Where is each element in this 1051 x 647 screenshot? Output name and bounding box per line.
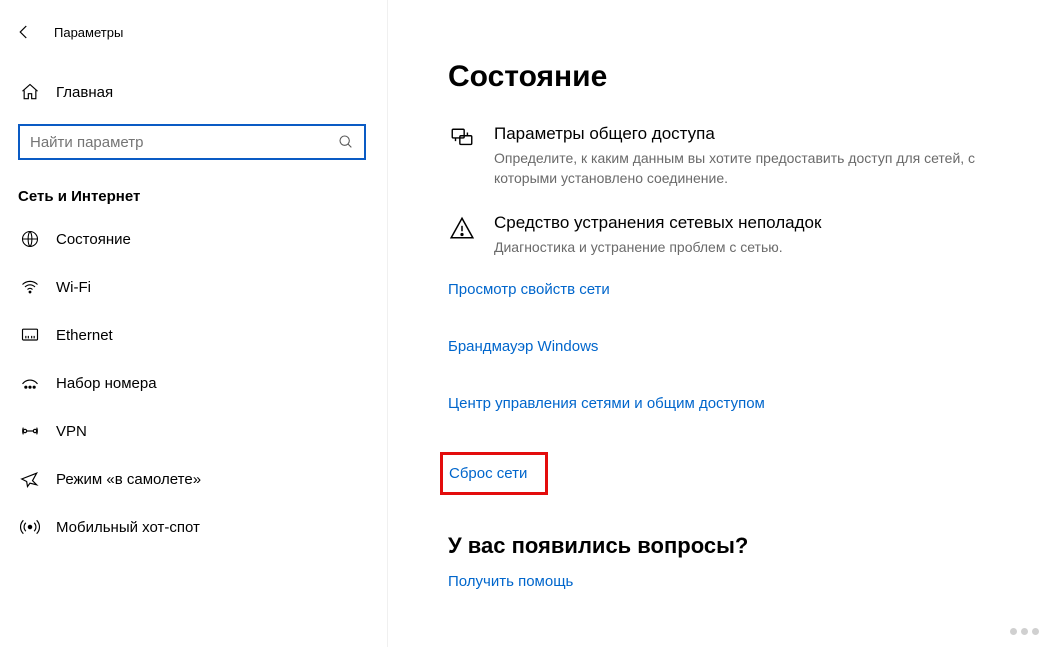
vpn-icon xyxy=(18,421,42,441)
sharing-text: Параметры общего доступа Определите, к к… xyxy=(476,124,1011,189)
nav-dialup-label: Набор номера xyxy=(42,375,157,392)
nav-vpn-label: VPN xyxy=(42,423,87,440)
question-heading: У вас появились вопросы? xyxy=(448,533,1011,559)
home-label: Главная xyxy=(42,84,113,101)
nav-status-label: Состояние xyxy=(42,231,131,248)
link-sharing-center[interactable]: Центр управления сетями и общим доступом xyxy=(448,395,765,412)
nav-ethernet-label: Ethernet xyxy=(42,327,113,344)
main-content: Состояние Параметры общего доступа Опред… xyxy=(388,0,1051,647)
nav-airplane[interactable]: Режим «в самолете» xyxy=(0,455,387,503)
nav-status[interactable]: Состояние xyxy=(0,215,387,263)
sharing-icon xyxy=(448,124,476,152)
troubleshoot-desc: Диагностика и устранение проблем с сетью… xyxy=(494,237,1011,257)
globe-icon xyxy=(18,229,42,249)
highlighted-reset: Сброс сети xyxy=(440,452,548,495)
nav-airplane-label: Режим «в самолете» xyxy=(42,471,201,488)
troubleshoot-text: Средство устранения сетевых неполадок Ди… xyxy=(476,213,1011,257)
airplane-icon xyxy=(18,469,42,489)
nav-wifi-label: Wi-Fi xyxy=(42,279,91,296)
back-button[interactable] xyxy=(0,16,48,48)
page-title: Состояние xyxy=(448,60,1011,94)
home-nav[interactable]: Главная xyxy=(0,72,387,112)
link-firewall[interactable]: Брандмауэр Windows xyxy=(448,338,598,355)
troubleshoot-title: Средство устранения сетевых неполадок xyxy=(494,213,1011,233)
page-dots xyxy=(1010,628,1039,635)
nav-wifi[interactable]: Wi-Fi xyxy=(0,263,387,311)
arrow-left-icon xyxy=(15,23,33,41)
troubleshoot-option[interactable]: Средство устранения сетевых неполадок Ди… xyxy=(448,213,1011,257)
hotspot-icon xyxy=(18,517,42,537)
home-icon xyxy=(18,82,42,102)
search-wrap xyxy=(0,112,387,178)
sidebar: Параметры Главная Сеть и Интернет Состоя… xyxy=(0,0,388,647)
dialup-icon xyxy=(18,373,42,393)
warning-icon xyxy=(448,213,476,241)
wifi-icon xyxy=(18,277,42,297)
search-icon xyxy=(338,134,354,150)
ethernet-icon xyxy=(18,325,42,345)
link-get-help[interactable]: Получить помощь xyxy=(448,573,573,590)
link-properties[interactable]: Просмотр свойств сети xyxy=(448,281,610,298)
search-box[interactable] xyxy=(18,124,366,160)
nav-ethernet[interactable]: Ethernet xyxy=(0,311,387,359)
category-title: Сеть и Интернет xyxy=(0,178,387,215)
nav-vpn[interactable]: VPN xyxy=(0,407,387,455)
sharing-desc: Определите, к каким данным вы хотите пре… xyxy=(494,148,1011,189)
nav-dialup[interactable]: Набор номера xyxy=(0,359,387,407)
nav-hotspot[interactable]: Мобильный хот-спот xyxy=(0,503,387,551)
sharing-option[interactable]: Параметры общего доступа Определите, к к… xyxy=(448,124,1011,189)
nav-hotspot-label: Мобильный хот-спот xyxy=(42,519,200,536)
app-title: Параметры xyxy=(48,25,123,40)
sharing-title: Параметры общего доступа xyxy=(494,124,1011,144)
link-network-reset[interactable]: Сброс сети xyxy=(449,465,527,482)
header-row: Параметры xyxy=(0,12,387,72)
search-input[interactable] xyxy=(30,134,338,151)
